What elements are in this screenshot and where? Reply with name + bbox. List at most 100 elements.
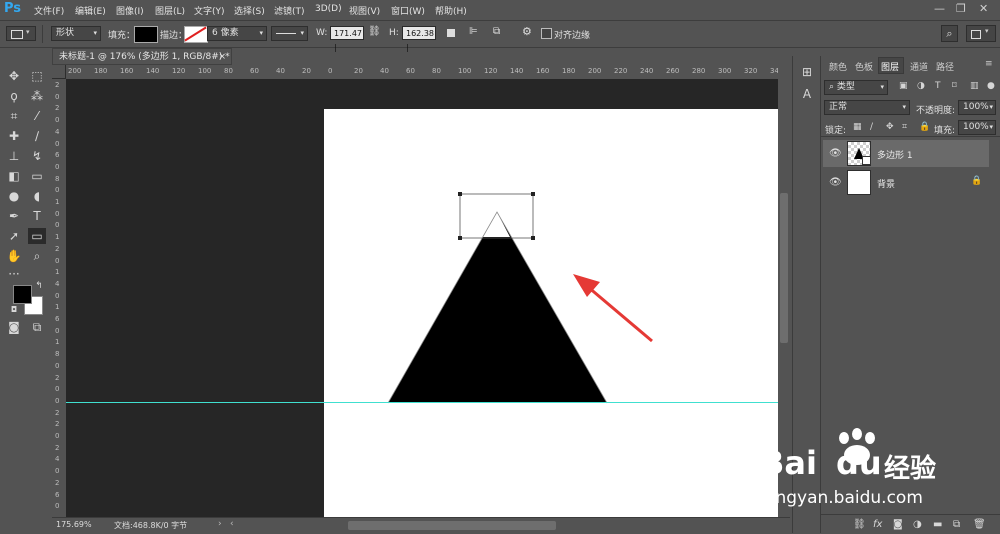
vertical-ruler: 2 0 2 0 4 0 6 0 8 0 1 0 0 1 2 0 1 4 0 1 6 0 1 8 0 2 0 0 2 2 0 2 4 0 2 6 0	[52, 79, 67, 517]
gear-icon[interactable]: ⚙	[522, 25, 532, 38]
menu-help[interactable]: 帮助(H)	[435, 4, 467, 17]
horizontal-scrollbar[interactable]	[52, 518, 790, 534]
blur-tool-icon[interactable]: ●	[5, 188, 23, 204]
ruler-tick-label: 260	[666, 67, 680, 75]
clone-stamp-icon[interactable]: ⊥	[5, 148, 23, 164]
menu-3d[interactable]: 3D(D)	[315, 4, 342, 14]
ruler-tick-label: 100	[458, 67, 472, 75]
toolbox: ✥ ⬚ ϙ ⁂ ⌗ ⁄ ✚ ∕ ⊥ ↯ ◧ ▭ ● ◖ ✒ T ➚ ▭ ✋ ⌕ …	[0, 56, 50, 533]
menu-select[interactable]: 选择(S)	[234, 4, 265, 17]
horizontal-scroll-thumb[interactable]	[348, 521, 556, 530]
lock-all-icon[interactable]: 🔒	[919, 122, 930, 132]
stroke-size-select[interactable]: 6 像素 ▾	[207, 26, 267, 41]
type-tool-icon[interactable]: T	[28, 208, 46, 224]
crop-tool-icon[interactable]: ⌗	[5, 108, 23, 124]
document-tab[interactable]: 未标题-1 @ 176% (多边形 1, RGB/8#) * ×	[52, 48, 232, 65]
stroke-type-select[interactable]: ▾	[271, 26, 308, 41]
path-selection-icon[interactable]: ➚	[5, 228, 23, 244]
menu-type[interactable]: 文字(Y)	[194, 4, 225, 17]
move-tool-icon[interactable]: ✥	[5, 68, 23, 84]
ruler-tick-label: 4	[55, 455, 60, 464]
layer-name[interactable]: 背景	[877, 177, 895, 190]
lock-transparent-icon[interactable]: ▦	[853, 122, 862, 132]
tab-paths[interactable]: 路径	[936, 60, 954, 73]
height-field[interactable]: 162.38 |	[402, 26, 436, 52]
history-brush-icon[interactable]: ↯	[28, 148, 46, 164]
panel-menu-icon[interactable]: ≡	[985, 59, 993, 69]
close-button[interactable]: ✕	[979, 2, 988, 15]
mode-select[interactable]: 形状 ▾	[51, 26, 101, 41]
fill-swatch[interactable]	[134, 26, 158, 43]
align-edges-checkbox[interactable]	[541, 28, 552, 39]
layer-row-polygon[interactable]: 👁 多边形 1	[823, 140, 989, 167]
workspace-select[interactable]: ▾	[966, 25, 996, 42]
healing-brush-icon[interactable]: ✚	[5, 128, 23, 144]
lock-position-icon[interactable]: ✥	[886, 122, 894, 132]
restore-button[interactable]: ❐	[956, 2, 966, 15]
blend-mode-select[interactable]: 正常 ▾	[824, 100, 910, 115]
filter-shape-icon[interactable]: ⌑	[952, 81, 957, 91]
ruler-tick-label: 6	[55, 315, 60, 323]
filter-adjustment-icon[interactable]: ◑	[917, 81, 925, 91]
width-field[interactable]: 171.47 |	[330, 26, 364, 52]
menu-image[interactable]: 图像(I)	[116, 4, 144, 17]
visibility-eye-icon[interactable]: 👁	[829, 177, 842, 188]
tab-color[interactable]: 颜色	[829, 60, 847, 73]
search-icon[interactable]: ⌕	[941, 25, 958, 42]
layer-filter-select[interactable]: ⌕ 类型 ▾	[824, 80, 888, 95]
gradient-tool-icon[interactable]: ▭	[28, 168, 46, 184]
hand-tool-icon[interactable]: ✋	[5, 248, 23, 264]
brush-tool-icon[interactable]: ∕	[28, 128, 46, 144]
menu-edit[interactable]: 编辑(E)	[75, 4, 106, 17]
swap-colors-icon[interactable]: ↰	[30, 278, 48, 294]
zoom-tool-icon[interactable]: ⌕	[28, 248, 46, 264]
tab-layers[interactable]: 图层	[881, 60, 899, 73]
menu-file[interactable]: 文件(F)	[34, 4, 64, 17]
eyedropper-icon[interactable]: ⁄	[28, 108, 46, 124]
minimize-button[interactable]: —	[934, 2, 945, 15]
dodge-tool-icon[interactable]: ◖	[28, 188, 46, 204]
lock-artboard-icon[interactable]: ⌗	[902, 122, 907, 132]
filter-smart-icon[interactable]: ▥	[970, 81, 979, 91]
filter-toggle-icon[interactable]: ●	[987, 81, 995, 91]
tab-channels[interactable]: 通道	[910, 60, 928, 73]
lock-image-icon[interactable]: ∕	[870, 122, 873, 132]
default-colors-icon[interactable]: ◘	[5, 302, 23, 318]
menu-layer[interactable]: 图层(L)	[155, 4, 185, 17]
ruler-tick-label: 0	[55, 256, 60, 265]
no-color-slash-icon	[184, 26, 207, 42]
menu-filter[interactable]: 滤镜(T)	[274, 4, 305, 17]
tool-preset-picker[interactable]: ▾	[6, 26, 36, 41]
layer-row-background[interactable]: 👁 背景 🔒	[823, 169, 989, 196]
history-panel-icon[interactable]: ⊞	[798, 64, 816, 80]
fill-field[interactable]: 100% ▾	[958, 120, 996, 135]
opacity-field[interactable]: 100% ▾	[958, 100, 996, 115]
rectangle-tool-icon[interactable]: ▭	[28, 228, 46, 244]
blend-mode-value: 正常	[829, 102, 848, 112]
stroke-swatch[interactable]	[184, 26, 208, 43]
path-alignment-icon[interactable]: ⊫	[469, 26, 478, 37]
vertical-scroll-thumb[interactable]	[780, 193, 788, 343]
close-icon[interactable]: ×	[218, 49, 226, 65]
canvas-area[interactable]	[66, 79, 778, 517]
path-arrangement-icon[interactable]: ⧉	[493, 26, 500, 37]
menu-view[interactable]: 视图(V)	[349, 4, 380, 17]
eraser-icon[interactable]: ◧	[5, 168, 23, 184]
pen-tool-icon[interactable]: ✒	[5, 208, 23, 224]
magic-wand-icon[interactable]: ⁂	[28, 88, 46, 104]
tab-swatches[interactable]: 色板	[855, 60, 873, 73]
filter-pixel-icon[interactable]: ▣	[899, 81, 908, 91]
link-icon[interactable]: ⛓	[368, 26, 381, 37]
menu-window[interactable]: 窗口(W)	[391, 4, 425, 17]
quick-mask-icon[interactable]: ◙	[5, 319, 23, 335]
character-panel-icon[interactable]: A	[798, 86, 816, 102]
visibility-eye-icon[interactable]: 👁	[829, 148, 842, 159]
ruler-origin[interactable]	[52, 65, 66, 79]
marquee-tool-icon[interactable]: ⬚	[28, 68, 46, 84]
filter-type-icon[interactable]: T	[935, 81, 941, 91]
screen-mode-icon[interactable]: ⧉	[28, 319, 46, 335]
path-operations-icon[interactable]	[447, 29, 455, 37]
layer-name[interactable]: 多边形 1	[877, 148, 913, 161]
lasso-tool-icon[interactable]: ϙ	[5, 88, 23, 104]
more-tools-icon[interactable]: ···	[5, 266, 23, 282]
